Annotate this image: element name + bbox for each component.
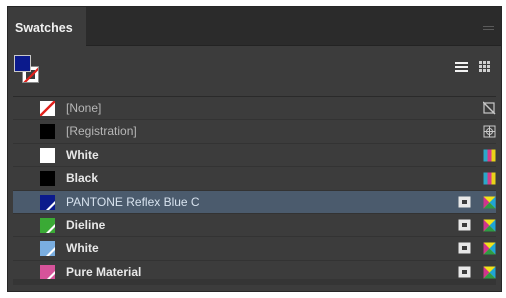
swatch-color-chip — [40, 241, 55, 257]
spot-icon — [458, 241, 471, 255]
swatch-row[interactable]: Dieline — [13, 214, 496, 238]
cmyk-icon — [483, 171, 496, 185]
swatch-name: PANTONE Reflex Blue C — [66, 194, 200, 209]
swatch-row[interactable]: White — [13, 144, 496, 168]
no-print-icon — [482, 101, 496, 115]
swatch-name: Dieline — [66, 217, 106, 232]
swatch-name: [Registration] — [66, 124, 137, 139]
swatch-name: [None] — [66, 101, 102, 115]
swatch-color-chip — [40, 171, 55, 187]
view-toggle — [451, 57, 497, 77]
swatch-name: White — [66, 147, 99, 162]
swatches-panel: Swatches [None] [Registration] White Black P… — [7, 6, 502, 292]
panel-tab-bar: Swatches — [8, 7, 501, 46]
grid-view-icon[interactable] — [475, 57, 495, 77]
spot-icon — [458, 218, 471, 232]
swatch-row[interactable]: [None] — [13, 97, 496, 121]
tab-swatches[interactable]: Swatches — [8, 7, 86, 46]
swatch-color-chip — [40, 217, 55, 233]
list-view-icon[interactable] — [451, 57, 471, 77]
panel-menu-icon[interactable] — [483, 26, 494, 32]
lab-icon — [483, 265, 496, 279]
swatch-list: [None] [Registration] White Black PANTONE Re… — [13, 97, 496, 285]
panel-footer — [13, 279, 496, 285]
fill-stroke-indicator[interactable] — [14, 55, 40, 85]
swatch-color-chip — [40, 101, 55, 116]
swatch-row[interactable]: White — [13, 237, 496, 261]
lab-icon — [483, 218, 496, 232]
cmyk-icon — [483, 148, 496, 162]
swatch-row[interactable]: Black — [13, 167, 496, 191]
spot-icon — [458, 195, 471, 209]
swatch-row[interactable]: [Registration] — [13, 120, 496, 144]
swatch-name: Black — [66, 171, 99, 186]
registration-icon — [483, 124, 496, 138]
swatch-color-chip — [40, 124, 55, 140]
swatch-color-chip — [40, 264, 55, 280]
swatch-row[interactable]: PANTONE Reflex Blue C — [13, 190, 496, 214]
swatch-name: White — [66, 241, 99, 256]
swatch-color-chip — [40, 194, 55, 210]
fill-swatch[interactable] — [14, 55, 31, 72]
spot-icon — [458, 265, 471, 279]
lab-icon — [483, 241, 496, 255]
lab-icon — [483, 195, 496, 209]
swatch-color-chip — [40, 147, 55, 163]
